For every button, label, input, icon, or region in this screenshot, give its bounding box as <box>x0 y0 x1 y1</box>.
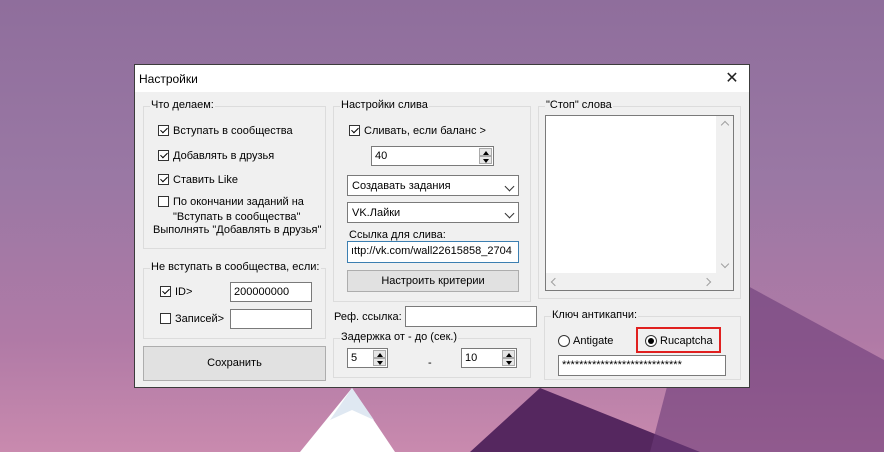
balance-value: 40 <box>375 150 388 162</box>
add-friends-checkbox[interactable] <box>158 150 169 161</box>
task-select[interactable]: Создавать задания <box>347 175 519 196</box>
save-button[interactable]: Сохранить <box>143 346 326 381</box>
spin-down-icon[interactable] <box>502 358 515 366</box>
balance-spinner[interactable] <box>479 148 492 164</box>
scroll-right-icon[interactable] <box>702 277 712 287</box>
delay-from-input[interactable]: 5 <box>347 348 388 368</box>
anticaptcha-legend: Ключ антикапчи: <box>551 309 639 321</box>
vertical-scrollbar[interactable] <box>716 116 733 273</box>
settings-window: Настройки ✕ Что делаем: Вступать в сообщ… <box>134 64 750 388</box>
delay-from-value: 5 <box>351 352 358 364</box>
type-select[interactable]: VK.Лайки <box>347 202 519 223</box>
id-label: ID> <box>175 286 193 298</box>
spin-down-icon[interactable] <box>373 358 386 366</box>
chevron-down-icon <box>504 181 515 192</box>
ref-input[interactable] <box>405 306 537 327</box>
antigate-radio[interactable] <box>558 335 570 347</box>
rucaptcha-label: Rucaptcha <box>660 335 713 347</box>
posts-checkbox[interactable] <box>160 313 171 324</box>
join-communities-label: Вступать в сообщества <box>173 125 293 137</box>
posts-input[interactable] <box>230 309 312 329</box>
spin-up-icon[interactable] <box>479 148 492 156</box>
spin-up-icon[interactable] <box>373 350 386 358</box>
after-tasks-note-2: Выполнять "Добавлять в друзья" <box>153 224 322 236</box>
title-bar: Настройки ✕ <box>135 65 749 92</box>
after-tasks-label: По окончании заданий на <box>173 196 304 208</box>
captcha-key-input[interactable]: **************************** <box>558 355 726 376</box>
criteria-button[interactable]: Настроить критерии <box>347 270 519 292</box>
what-we-do-legend: Что делаем: <box>150 99 215 111</box>
type-select-value: VK.Лайки <box>352 207 401 219</box>
id-checkbox[interactable] <box>160 286 171 297</box>
stop-words-legend: "Стоп" слова <box>545 99 613 111</box>
scroll-up-icon[interactable] <box>720 120 730 130</box>
delay-to-spinner[interactable] <box>502 350 515 366</box>
drain-checkbox[interactable] <box>349 125 360 136</box>
chevron-down-icon <box>504 208 515 219</box>
posts-label: Записей> <box>175 313 225 325</box>
scroll-left-icon[interactable] <box>550 277 560 287</box>
delay-to-input[interactable]: 10 <box>461 348 517 368</box>
link-input[interactable]: ıttp://vk.com/wall22615858_2704 <box>347 241 519 263</box>
link-label: Ссылка для слива: <box>349 229 446 241</box>
ref-label: Реф. ссылка: <box>334 311 402 323</box>
spin-up-icon[interactable] <box>502 350 515 358</box>
after-tasks-note-1: "Вступать в сообщества" <box>173 211 301 223</box>
spin-down-icon[interactable] <box>479 156 492 164</box>
rucaptcha-radio[interactable] <box>645 335 657 347</box>
delay-dash: - <box>428 357 432 369</box>
after-tasks-checkbox[interactable] <box>158 196 169 207</box>
like-checkbox[interactable] <box>158 174 169 185</box>
like-label: Ставить Like <box>173 174 238 186</box>
drain-settings-legend: Настройки слива <box>340 99 429 111</box>
add-friends-label: Добавлять в друзья <box>173 150 275 162</box>
horizontal-scrollbar[interactable] <box>546 273 716 290</box>
id-input[interactable]: 200000000 <box>230 282 312 302</box>
scroll-corner <box>716 273 733 290</box>
drain-label: Сливать, если баланс > <box>364 125 486 137</box>
join-communities-checkbox[interactable] <box>158 125 169 136</box>
balance-input[interactable]: 40 <box>371 146 494 166</box>
delay-from-spinner[interactable] <box>373 350 386 366</box>
scroll-down-icon[interactable] <box>720 259 730 269</box>
task-select-value: Создавать задания <box>352 180 451 192</box>
no-join-legend: Не вступать в сообщества, если: <box>150 261 321 273</box>
delay-legend: Задержка от - до (сек.) <box>340 331 459 343</box>
window-title: Настройки <box>139 72 198 86</box>
close-icon[interactable]: ✕ <box>721 67 743 89</box>
stop-words-textarea[interactable] <box>545 115 734 291</box>
antigate-label: Antigate <box>573 335 614 347</box>
delay-to-value: 10 <box>465 352 478 364</box>
